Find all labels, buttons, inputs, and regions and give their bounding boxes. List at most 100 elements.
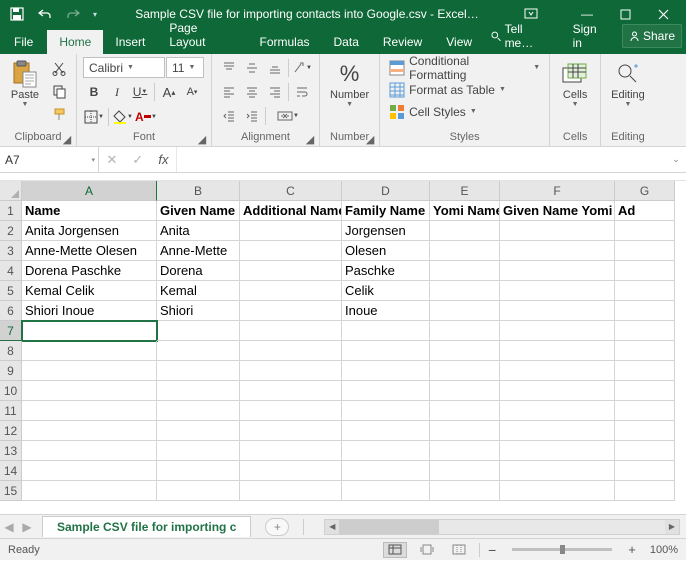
scroll-thumb[interactable] [339,520,439,534]
tab-insert[interactable]: Insert [103,30,157,54]
tab-formulas[interactable]: Formulas [248,30,322,54]
new-sheet-button[interactable]: + [265,518,289,536]
cell-A12[interactable] [22,421,157,441]
cell-G8[interactable] [615,341,675,361]
cell-F11[interactable] [500,401,615,421]
cell-E12[interactable] [430,421,500,441]
cell-C15[interactable] [240,481,342,501]
cell-E14[interactable] [430,461,500,481]
cell-E6[interactable] [430,301,500,321]
cell-B10[interactable] [157,381,240,401]
row-header-5[interactable]: 5 [0,281,22,301]
cell-A11[interactable] [22,401,157,421]
align-left-button[interactable] [218,81,240,103]
cell-F2[interactable] [500,221,615,241]
cell-G10[interactable] [615,381,675,401]
row-header-3[interactable]: 3 [0,241,22,261]
column-header-B[interactable]: B [157,181,240,201]
cell-C12[interactable] [240,421,342,441]
cell-B1[interactable]: Given Name [157,201,240,221]
cell-A15[interactable] [22,481,157,501]
spreadsheet-grid[interactable]: ABCDEFG1NameGiven NameAdditional NameFam… [0,181,686,514]
cell-G7[interactable] [615,321,675,341]
tab-home[interactable]: Home [47,30,103,54]
cell-E7[interactable] [430,321,500,341]
cell-styles-button[interactable]: Cell Styles▼ [386,101,480,122]
cell-A14[interactable] [22,461,157,481]
cell-D3[interactable]: Olesen [342,241,430,261]
cell-D13[interactable] [342,441,430,461]
format-as-table-button[interactable]: Format as Table▼ [386,79,509,100]
cell-G4[interactable] [615,261,675,281]
cell-D5[interactable]: Celik [342,281,430,301]
cell-B14[interactable] [157,461,240,481]
cell-D11[interactable] [342,401,430,421]
cell-A9[interactable] [22,361,157,381]
font-size-combo[interactable]: 11▼ [166,57,204,78]
cell-C1[interactable]: Additional Name [240,201,342,221]
cell-E3[interactable] [430,241,500,261]
cells-button[interactable]: Cells ▼ [556,57,594,110]
number-launcher[interactable]: ◢ [365,133,375,143]
cut-button[interactable] [48,57,70,79]
cell-G15[interactable] [615,481,675,501]
scroll-right-button[interactable]: ▶ [665,520,679,534]
cell-A4[interactable]: Dorena Paschke [22,261,157,281]
font-color-button[interactable]: A▼ [135,106,157,128]
number-format-button[interactable]: % Number ▼ [326,57,373,110]
zoom-in-button[interactable]: + [628,542,636,557]
cell-A5[interactable]: Kemal Celik [22,281,157,301]
cell-E9[interactable] [430,361,500,381]
cell-E1[interactable]: Yomi Name [430,201,500,221]
cell-F9[interactable] [500,361,615,381]
cell-B6[interactable]: Shiori [157,301,240,321]
enter-formula-button[interactable]: ✓ [132,152,143,168]
cell-F13[interactable] [500,441,615,461]
zoom-thumb[interactable] [560,545,565,554]
cell-B7[interactable] [157,321,240,341]
cell-A7[interactable] [22,321,157,341]
cell-D12[interactable] [342,421,430,441]
cell-C2[interactable] [240,221,342,241]
cell-D10[interactable] [342,381,430,401]
cell-C4[interactable] [240,261,342,281]
cell-C3[interactable] [240,241,342,261]
row-header-8[interactable]: 8 [0,341,22,361]
cell-C6[interactable] [240,301,342,321]
qat-customize[interactable]: ▾ [88,3,102,25]
cell-F4[interactable] [500,261,615,281]
align-bottom-button[interactable] [264,57,286,79]
cell-B13[interactable] [157,441,240,461]
decrease-font-button[interactable]: A▾ [181,81,203,103]
row-header-10[interactable]: 10 [0,381,22,401]
cell-B15[interactable] [157,481,240,501]
horizontal-scrollbar[interactable]: ◀ ▶ [324,519,680,535]
column-header-F[interactable]: F [500,181,615,201]
view-normal-button[interactable] [383,542,407,558]
cell-F1[interactable]: Given Name Yomi [500,201,615,221]
format-painter-button[interactable] [48,103,70,125]
row-header-6[interactable]: 6 [0,301,22,321]
name-box[interactable]: A7▾ [0,147,99,172]
row-header-14[interactable]: 14 [0,461,22,481]
row-header-12[interactable]: 12 [0,421,22,441]
cell-A8[interactable] [22,341,157,361]
cell-B3[interactable]: Anne-Mette [157,241,240,261]
align-middle-button[interactable] [241,57,263,79]
cell-D6[interactable]: Inoue [342,301,430,321]
scroll-left-button[interactable]: ◀ [325,520,339,534]
cell-G6[interactable] [615,301,675,321]
cell-C11[interactable] [240,401,342,421]
sheet-nav-prev[interactable]: ◀ [0,520,18,534]
row-header-13[interactable]: 13 [0,441,22,461]
cell-D15[interactable] [342,481,430,501]
zoom-level[interactable]: 100% [650,544,678,556]
cell-C13[interactable] [240,441,342,461]
cell-F12[interactable] [500,421,615,441]
align-right-button[interactable] [264,81,286,103]
redo-button[interactable] [60,3,86,25]
cell-C14[interactable] [240,461,342,481]
italic-button[interactable]: I [106,81,128,103]
cell-G12[interactable] [615,421,675,441]
undo-button[interactable] [32,3,58,25]
